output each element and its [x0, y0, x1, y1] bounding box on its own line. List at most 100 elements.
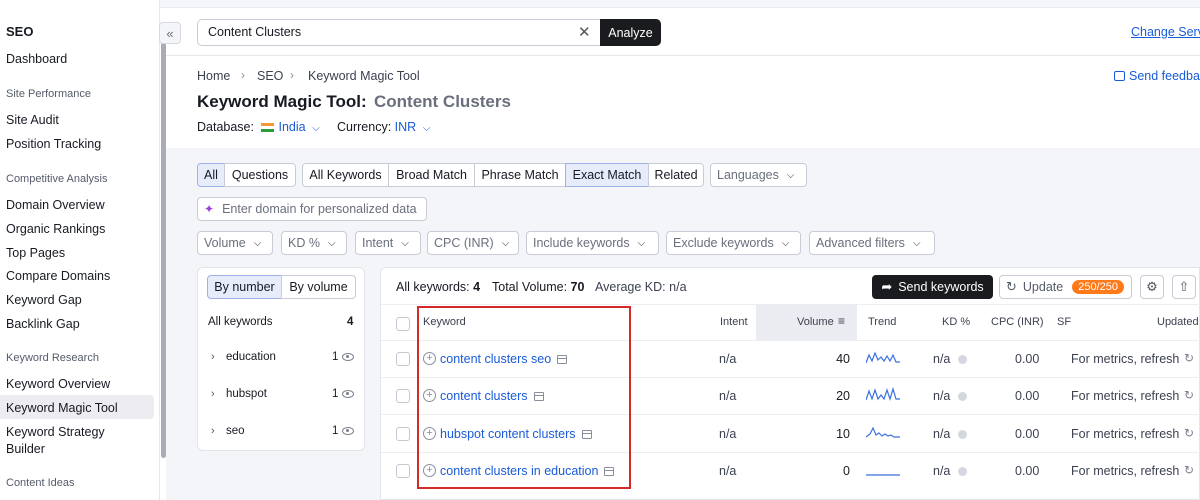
group-seo[interactable]: seo [226, 425, 245, 437]
all-keywords-count: 4 [347, 316, 354, 328]
filter-questions[interactable]: Questions [224, 163, 296, 187]
database-label: Database: [197, 120, 254, 134]
row-checkbox[interactable] [396, 464, 410, 478]
chevron-right-icon[interactable]: › [211, 388, 215, 400]
breadcrumb-home[interactable]: Home [197, 69, 230, 83]
row-checkbox[interactable] [396, 427, 410, 441]
header-intent[interactable]: Intent [720, 316, 748, 328]
summary-all-keywords: All keywords: 4 [396, 280, 480, 294]
trend-sparkline [866, 386, 900, 401]
database-selector[interactable]: Database: India ⌵ [197, 120, 320, 134]
chevron-down-icon: ⌵ [501, 237, 510, 249]
share-arrow-icon: ➦ [881, 279, 893, 294]
send-keywords-button[interactable]: ➦ Send keywords [872, 275, 993, 299]
toggle-by-number[interactable]: By number [207, 275, 282, 299]
cpc-cell: 0.00 [1015, 352, 1040, 366]
advanced-filters-dropdown[interactable]: Advanced filters ⌵ [809, 231, 935, 255]
sidebar-section-content-ideas: Content Ideas [6, 477, 75, 489]
settings-gear-icon[interactable]: ⚙ [1140, 275, 1164, 299]
refresh-icon[interactable]: ↻ [1184, 388, 1194, 402]
cpc-filter-dropdown[interactable]: CPC (INR) ⌵ [427, 231, 519, 255]
group-count: 1 [332, 425, 339, 437]
filter-phrase-match[interactable]: Phrase Match [474, 163, 566, 187]
sidebar-item-position-tracking[interactable]: Position Tracking [6, 137, 101, 151]
header-updated[interactable]: Updated [1157, 316, 1199, 328]
update-button[interactable]: ↻ Update 250/250 [999, 275, 1132, 299]
currency-selector[interactable]: Currency: INR ⌵ [337, 120, 430, 134]
breadcrumb-seo[interactable]: SEO [257, 69, 283, 83]
sidebar-item-site-audit[interactable]: Site Audit [6, 113, 59, 127]
eye-icon[interactable] [342, 390, 354, 398]
search-input[interactable] [208, 25, 568, 39]
kd-dot-icon [958, 430, 967, 439]
exclude-keywords-dropdown[interactable]: Exclude keywords ⌵ [666, 231, 801, 255]
include-keywords-dropdown[interactable]: Include keywords ⌵ [526, 231, 659, 255]
eye-icon[interactable] [342, 353, 354, 361]
sidebar-item-top-pages[interactable]: Top Pages [6, 246, 65, 260]
group-count: 1 [332, 351, 339, 363]
sidebar-item-keyword-magic-tool[interactable]: Keyword Magic Tool [6, 401, 118, 415]
row-checkbox[interactable] [396, 352, 410, 366]
breadcrumb-separator-icon: › [241, 68, 245, 82]
chevron-right-icon[interactable]: › [211, 425, 215, 437]
kd-filter-dropdown[interactable]: KD % ⌵ [281, 231, 347, 255]
group-count: 1 [332, 388, 339, 400]
sidebar-item-compare-domains[interactable]: Compare Domains [6, 269, 110, 283]
search-box[interactable] [197, 19, 601, 46]
languages-dropdown[interactable]: Languages ⌵ [710, 163, 807, 187]
filter-broad-match[interactable]: Broad Match [388, 163, 475, 187]
filter-all-keywords[interactable]: All Keywords [302, 163, 389, 187]
refresh-icon[interactable]: ↻ [1184, 426, 1194, 440]
send-feedback-link[interactable]: Send feedba [1114, 69, 1200, 83]
analyze-button[interactable]: Analyze [600, 19, 661, 46]
header-kd[interactable]: KD % [942, 316, 970, 328]
filter-all[interactable]: All [197, 163, 225, 187]
group-hubspot[interactable]: hubspot [226, 388, 267, 400]
chevron-down-icon: ⌵ [637, 237, 646, 249]
trend-line [866, 426, 900, 438]
refresh-icon[interactable]: ↻ [1184, 463, 1194, 477]
header-volume[interactable]: Volume [797, 316, 834, 328]
summary-average-kd: Average KD: n/a [595, 280, 687, 294]
refresh-icon[interactable]: ↻ [1184, 351, 1194, 365]
sidebar-item-keyword-overview[interactable]: Keyword Overview [6, 377, 110, 391]
cpc-cell: 0.00 [1015, 464, 1040, 478]
intent-filter-dropdown[interactable]: Intent ⌵ [355, 231, 421, 255]
kd-dot-icon [958, 355, 967, 364]
sidebar-item-organic-rankings[interactable]: Organic Rankings [6, 222, 105, 236]
sidebar-item-dashboard[interactable]: Dashboard [6, 52, 67, 66]
sidebar-item-keyword-strategy-builder[interactable]: Builder [6, 442, 45, 456]
sidebar-item-domain-overview[interactable]: Domain Overview [6, 198, 105, 212]
chevron-down-icon: ⌵ [912, 237, 921, 249]
change-service-link[interactable]: Change Serv [1131, 25, 1200, 39]
row-checkbox[interactable] [396, 389, 410, 403]
sidebar-item-keyword-gap[interactable]: Keyword Gap [6, 293, 82, 307]
clear-icon[interactable]: ✕ [578, 23, 591, 41]
toggle-by-volume[interactable]: By volume [281, 275, 356, 299]
eye-icon[interactable] [342, 427, 354, 435]
chevron-right-icon[interactable]: › [211, 351, 215, 363]
personalized-domain-input[interactable]: ✦ Enter domain for personalized data [197, 197, 427, 221]
all-keywords-group[interactable]: All keywords [208, 316, 273, 328]
volume-filter-dropdown[interactable]: Volume ⌵ [197, 231, 273, 255]
filter-exact-match[interactable]: Exact Match [565, 163, 649, 187]
feedback-label: Send feedba [1129, 69, 1200, 83]
header-trend[interactable]: Trend [868, 316, 896, 328]
filter-related[interactable]: Related [648, 163, 704, 187]
intent-cell: n/a [719, 464, 737, 478]
intent-cell: n/a [719, 427, 737, 441]
updated-cell: For metrics, refresh [1071, 389, 1180, 403]
header-cpc[interactable]: CPC (INR) [991, 316, 1044, 328]
export-icon[interactable]: ⇧ [1172, 275, 1196, 299]
cpc-cell: 0.00 [1015, 427, 1040, 441]
sidebar-item-backlink-gap[interactable]: Backlink Gap [6, 317, 80, 331]
currency-label: Currency: [337, 120, 392, 134]
sort-icon[interactable]: ≡ [838, 314, 845, 328]
group-education[interactable]: education [226, 351, 276, 363]
chevron-down-icon: ⌵ [781, 237, 790, 249]
trend-sparkline [866, 351, 900, 364]
select-all-checkbox[interactable] [396, 317, 410, 331]
sidebar-item-keyword-strategy[interactable]: Keyword Strategy [6, 425, 105, 439]
database-value: India [278, 120, 306, 134]
header-sf[interactable]: SF [1057, 316, 1071, 328]
